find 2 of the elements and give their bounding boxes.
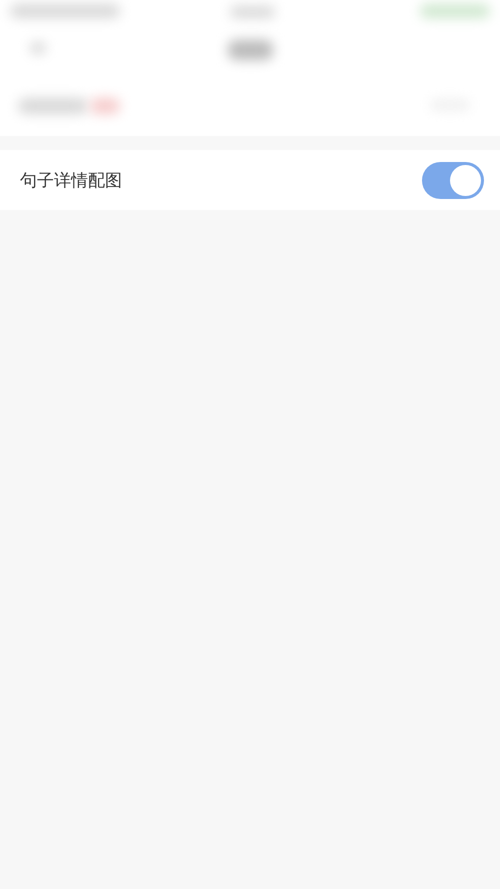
toggle-switch[interactable] [422,162,484,198]
setting-label: 句子详情配图 [20,170,122,192]
